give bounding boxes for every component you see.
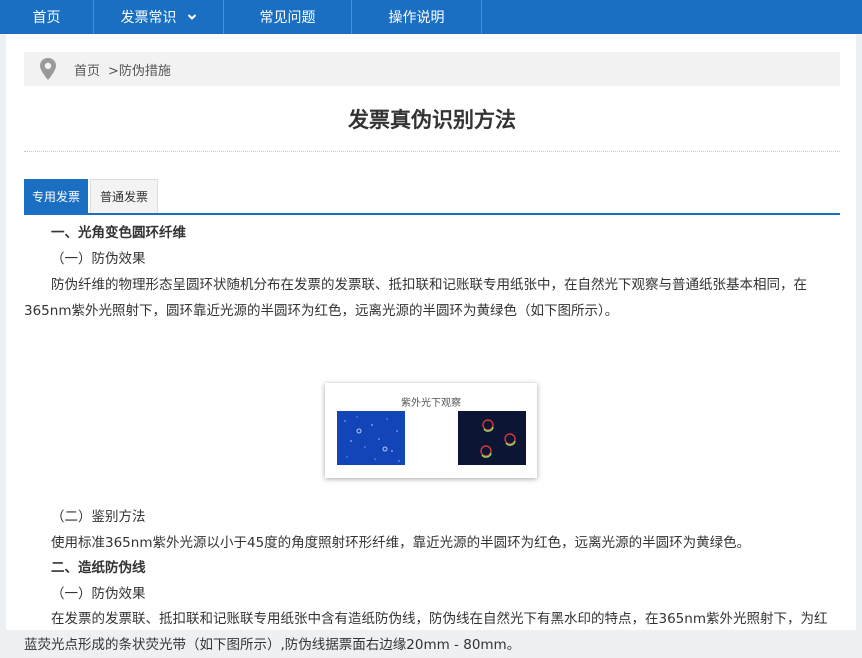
subsection-heading: （一）防伪效果: [51, 251, 146, 267]
uv-image-fibers: [458, 411, 526, 465]
tab-ordinary-invoice[interactable]: 普通发票: [90, 179, 158, 213]
tab-bar: 专用发票 普通发票: [24, 179, 840, 215]
nav-item-faq[interactable]: 常见问题: [224, 0, 352, 34]
nav-item-label: 发票常识: [120, 10, 177, 26]
nav-item-label: 首页: [32, 10, 61, 26]
chevron-down-icon: [187, 12, 197, 22]
location-pin-icon: [38, 57, 58, 81]
section-heading: 一、光角变色圆环纤维: [51, 225, 186, 241]
paragraph: 使用标准365nm紫外光源以小于45度的角度照射环形纤维，靠近光源的半圆环为红色…: [51, 535, 751, 551]
uv-figure: 紫外光下观察: [325, 383, 537, 478]
paragraph: 防伪纤维的物理形态呈圆环状随机分布在发票的发票联、抵扣联和记账联专用纸张中，在自…: [24, 277, 807, 319]
uv-image-paper: [337, 411, 405, 465]
nav-item-invoice-knowledge[interactable]: 发票常识: [94, 0, 224, 34]
subsection-heading: （二）鉴别方法: [51, 509, 146, 525]
nav-item-label: 常见问题: [259, 10, 316, 26]
page-title: 发票真伪识别方法: [348, 108, 516, 132]
paragraph: 在发票的发票联、抵扣联和记账联专用纸张中含有造纸防伪线，防伪线在自然光下有黑水印…: [24, 611, 828, 653]
subsection-heading: （一）防伪效果: [51, 586, 146, 602]
tab-special-invoice[interactable]: 专用发票: [24, 179, 88, 213]
page-content: 首页 >防伪措施 发票真伪识别方法 专用发票 普通发票 一、光角变色圆环纤维 （…: [6, 34, 856, 653]
top-nav: 首页 发票常识 常见问题 操作说明: [0, 0, 862, 34]
nav-item-home[interactable]: 首页: [0, 0, 94, 34]
breadcrumb: 首页 >防伪措施: [24, 52, 840, 86]
breadcrumb-current: >防伪措施: [108, 63, 171, 79]
divider: [24, 151, 840, 152]
nav-item-label: 操作说明: [388, 10, 445, 26]
section-heading: 二、造纸防伪线: [51, 560, 146, 576]
breadcrumb-home-link[interactable]: 首页: [74, 60, 100, 79]
nav-item-instructions[interactable]: 操作说明: [352, 0, 482, 34]
